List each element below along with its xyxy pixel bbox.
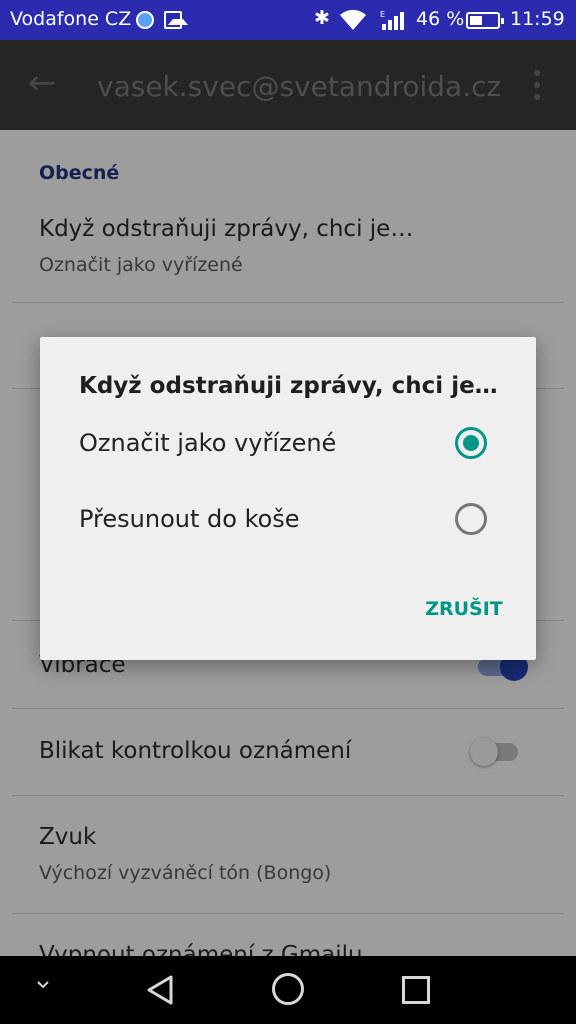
clock: 11:59 (510, 8, 565, 30)
home-circle-icon[interactable] (272, 973, 304, 1005)
chevron-down-icon[interactable] (36, 978, 50, 992)
radio-button[interactable] (455, 503, 487, 535)
status-bar: Vodafone CZ ✱ E 46 % 11:59 (0, 0, 576, 40)
network-type-label: E (380, 10, 385, 19)
carrier-name: Vodafone CZ (10, 8, 132, 30)
battery-icon (466, 12, 504, 29)
cancel-button[interactable]: ZRUŠIT (414, 589, 514, 629)
image-icon (164, 11, 188, 29)
option-label: Označit jako vyřízené (79, 429, 337, 457)
option-label: Přesunout do koše (79, 505, 300, 533)
messenger-bubble-icon (136, 11, 154, 29)
radio-button[interactable] (455, 427, 487, 459)
dialog-title: Když odstraňuji zprávy, chci je… (79, 373, 498, 399)
navigation-bar (0, 956, 576, 1024)
recents-square-icon[interactable] (402, 976, 430, 1004)
battery-percent: 46 % (416, 8, 465, 30)
option-mark-done[interactable]: Označit jako vyřízené (40, 407, 536, 481)
signal-icon: E (380, 10, 404, 30)
option-move-to-trash[interactable]: Přesunout do koše (40, 483, 536, 557)
wifi-icon (340, 9, 366, 30)
back-triangle-icon[interactable] (145, 974, 177, 1006)
battery-level-fill (470, 16, 482, 25)
bluetooth-icon: ✱ (314, 7, 330, 29)
delete-action-dialog: Když odstraňuji zprávy, chci je… Označit… (40, 337, 536, 660)
